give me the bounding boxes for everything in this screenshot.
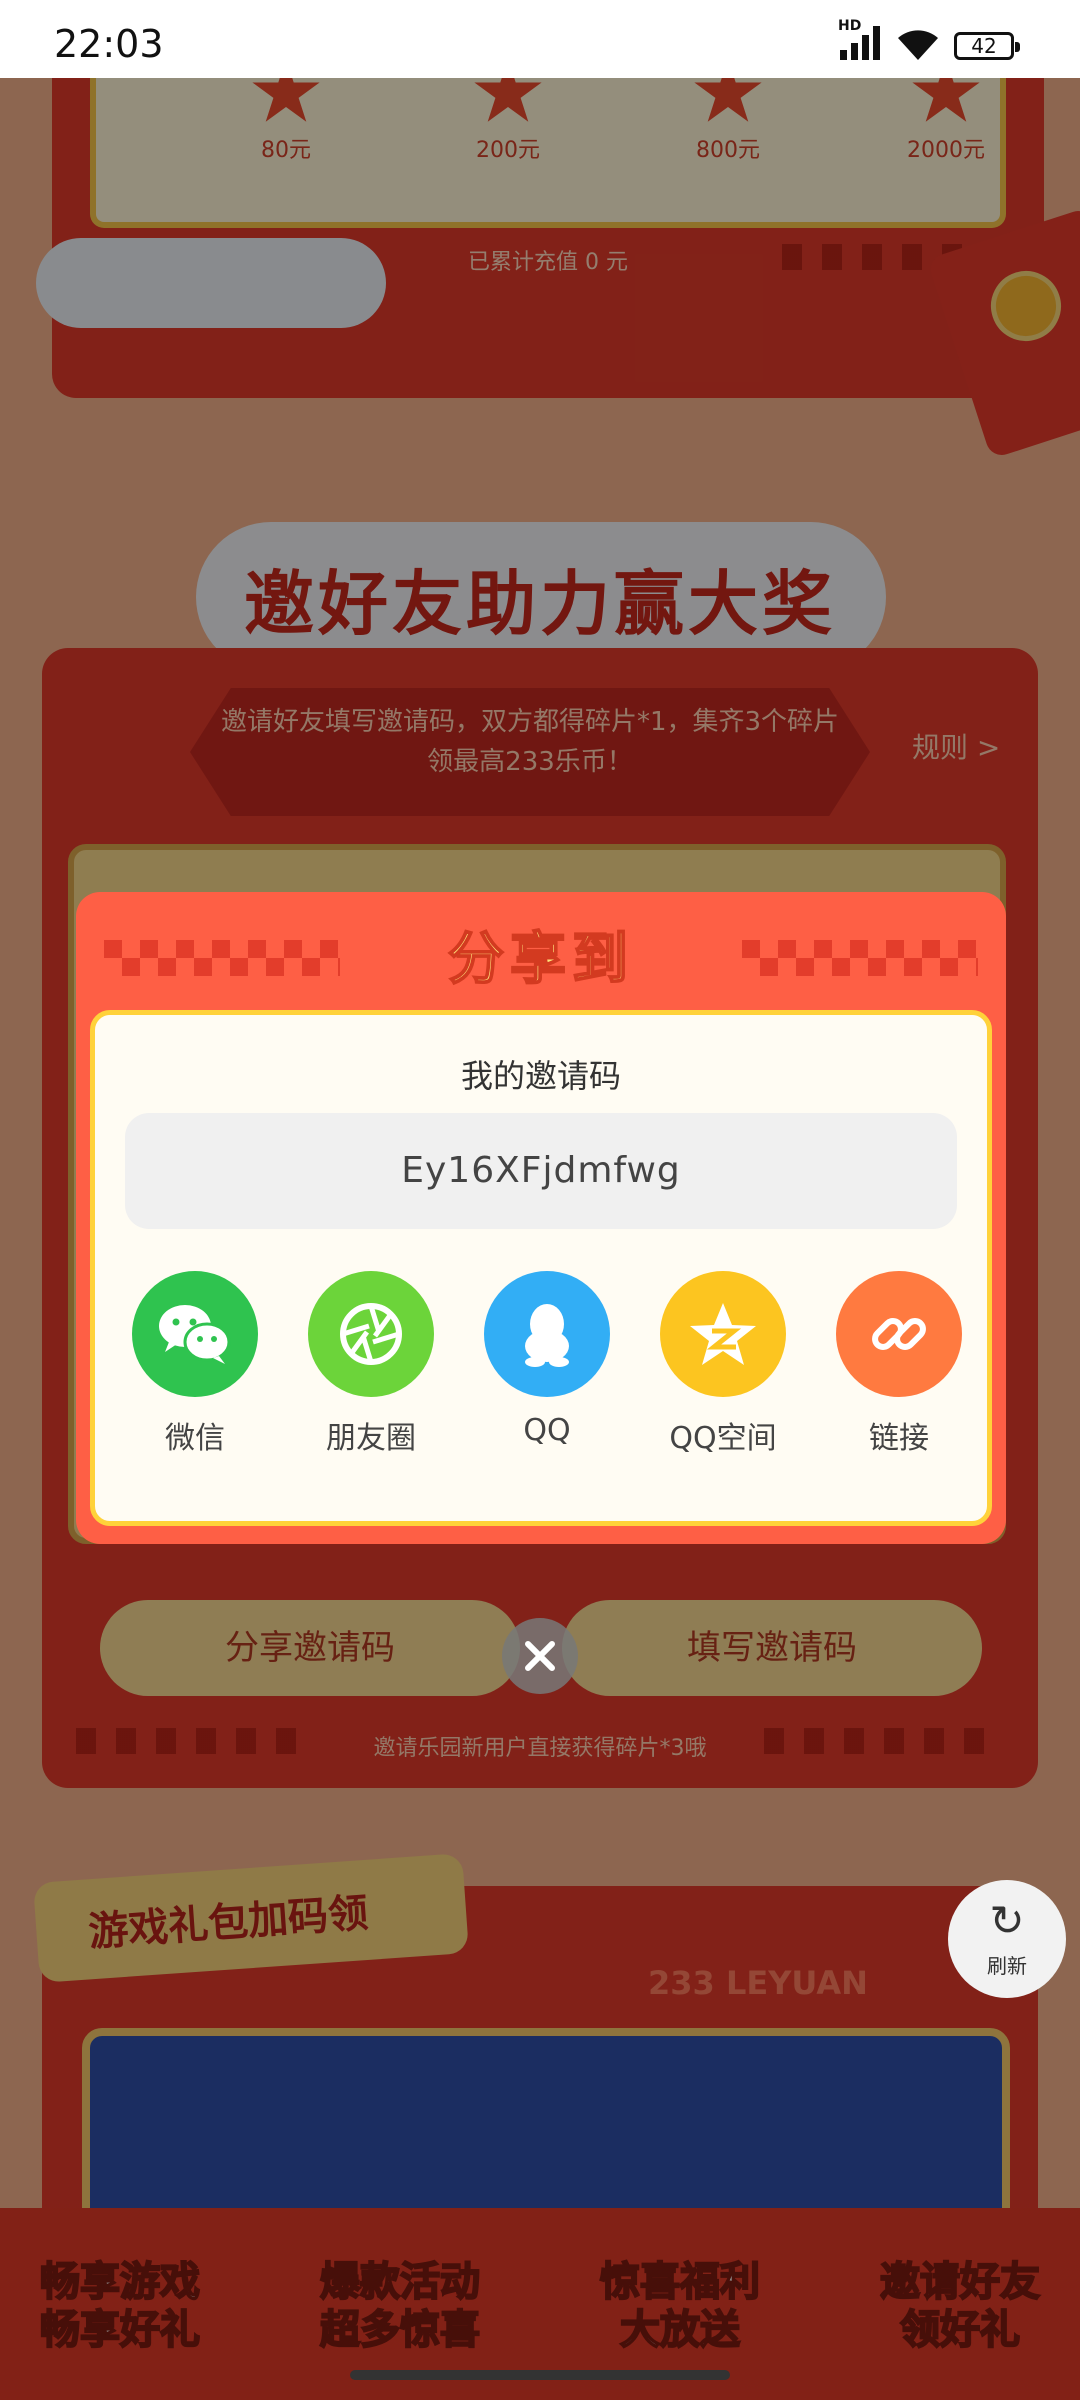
signal-icon — [840, 26, 880, 60]
share-qq-button[interactable]: QQ — [477, 1271, 617, 1448]
status-bar: 22:03 HD 42 — [0, 0, 1080, 78]
close-icon — [525, 1641, 555, 1671]
home-indicator[interactable] — [350, 2370, 730, 2380]
share-moments-button[interactable]: 朋友圈 — [301, 1271, 441, 1457]
invite-code-field[interactable]: Ey16XFjdmfwg — [125, 1113, 957, 1229]
qzone-icon — [660, 1271, 786, 1397]
moments-icon — [308, 1271, 434, 1397]
dialog-title: 分享到 — [447, 926, 634, 993]
qq-icon — [484, 1271, 610, 1397]
share-qzone-button[interactable]: QQ空间 — [653, 1271, 793, 1457]
share-label: 链接 — [869, 1421, 929, 1456]
invite-code-label: 我的邀请码 — [460, 1057, 621, 1095]
share-wechat-button[interactable]: 微信 — [125, 1271, 265, 1457]
share-label: QQ — [523, 1413, 571, 1448]
share-label: 朋友圈 — [326, 1421, 416, 1456]
close-dialog-button[interactable] — [502, 1618, 578, 1694]
refresh-label: 刷新 — [987, 1954, 1027, 1978]
share-link-button[interactable]: 链接 — [829, 1271, 969, 1457]
dialog-body: 我的邀请码 Ey16XFjdmfwg 微信 朋友圈 QQ QQ空间 链接 — [90, 1010, 992, 1526]
wechat-icon — [132, 1271, 258, 1397]
status-time: 22:03 — [54, 22, 164, 66]
share-dialog: 分享到 我的邀请码 Ey16XFjdmfwg 微信 朋友圈 QQ QQ空间 链接 — [76, 892, 1006, 1544]
refresh-icon: ↻ — [989, 1896, 1025, 1945]
battery-icon: 42 — [954, 32, 1020, 60]
share-label: QQ空间 — [669, 1421, 777, 1456]
wifi-icon — [898, 30, 938, 60]
link-icon — [836, 1271, 962, 1397]
refresh-button[interactable]: ↻ 刷新 — [948, 1880, 1066, 1998]
share-label: 微信 — [165, 1421, 225, 1456]
